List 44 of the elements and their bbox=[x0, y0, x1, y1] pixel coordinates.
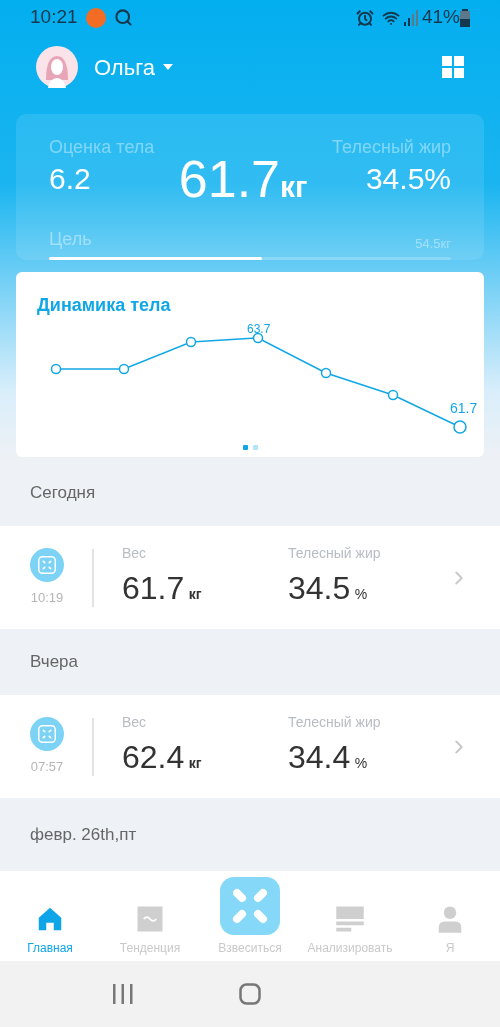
signal-icon bbox=[403, 9, 418, 26]
weight-value: 61.7кг bbox=[178, 149, 308, 210]
fat-label: Телесный жир bbox=[288, 544, 382, 563]
document-icon bbox=[335, 904, 365, 934]
grid-icon[interactable] bbox=[442, 56, 464, 78]
measurement-time: 07:57 bbox=[30, 757, 64, 776]
measurement-time: 10:19 bbox=[30, 588, 64, 607]
search-icon bbox=[113, 8, 133, 27]
scale-icon bbox=[30, 547, 64, 582]
weight-reading: 61.7 кг bbox=[122, 569, 203, 608]
peak-value: 63.7 bbox=[247, 321, 271, 338]
scale-icon bbox=[220, 877, 280, 935]
weight-label: Вес bbox=[122, 713, 148, 732]
fat-reading: 34.5% bbox=[288, 569, 369, 608]
weight-reading: 62.4 кг bbox=[122, 738, 203, 777]
home-button-icon[interactable] bbox=[239, 983, 261, 1005]
avatar bbox=[36, 46, 78, 88]
fat-value: 34.5% bbox=[365, 161, 451, 197]
measurement-row[interactable]: 10:19 Вес 61.7 кг Телесный жир 34.5% bbox=[0, 526, 500, 629]
score-label: Оценка тела bbox=[49, 136, 155, 159]
scale-icon bbox=[30, 716, 64, 751]
score-value: 6.2 bbox=[49, 161, 92, 197]
day-heading: Сегодня bbox=[30, 482, 96, 505]
measurement-row[interactable]: 07:57 Вес 62.4 кг Телесный жир 34.4% bbox=[0, 695, 500, 798]
last-value: 61.7 bbox=[450, 399, 478, 418]
status-time: 10:21 bbox=[30, 5, 78, 30]
fat-reading: 34.4% bbox=[288, 738, 369, 777]
goal-value: 54.5кг bbox=[415, 234, 451, 253]
goal-label: Цель bbox=[49, 228, 92, 251]
weight-label: Вес bbox=[122, 544, 148, 563]
app-notification-icon bbox=[85, 7, 106, 28]
battery-icon bbox=[460, 8, 470, 27]
alarm-icon bbox=[355, 8, 374, 27]
fat-label: Телесный жир bbox=[288, 713, 382, 732]
profile-dropdown[interactable]: Ольга bbox=[94, 50, 173, 84]
recent-apps-icon[interactable] bbox=[112, 983, 135, 1005]
wave-icon bbox=[135, 904, 165, 934]
nav-tab[interactable]: Главная bbox=[0, 871, 100, 961]
trend-title: Динамика тела bbox=[37, 294, 172, 317]
day-heading: Вчера bbox=[30, 651, 78, 674]
fat-label: Телесный жир bbox=[332, 136, 451, 159]
day-heading: февр. 26th,пт bbox=[30, 823, 137, 846]
battery-percent: 41% bbox=[421, 5, 460, 30]
dropdown-caret-icon bbox=[162, 64, 173, 70]
